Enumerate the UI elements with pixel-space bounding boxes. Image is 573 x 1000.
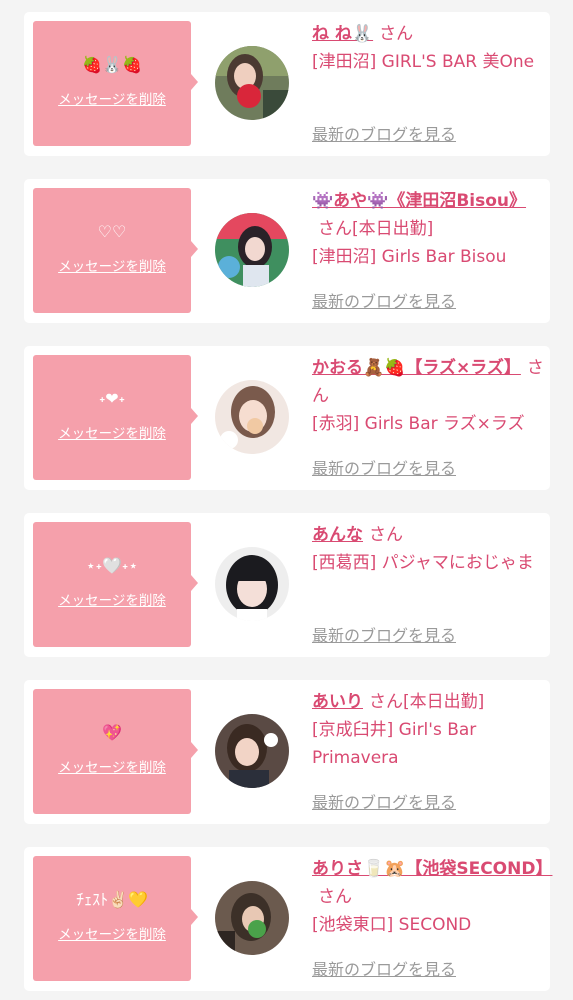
message-card: 💖 メッセージを削除 あいり さん[本日出勤] [京成臼井] Girl's Bar… [24,680,550,824]
delete-message-link[interactable]: メッセージを削除 [33,91,191,109]
avatar[interactable] [215,213,289,287]
avatar[interactable] [215,547,289,621]
bubble-emoji: ♡♡ [97,222,127,241]
message-bubble: 🍓🐰🍓 メッセージを削除 [33,21,198,146]
san-label: さん [318,219,352,239]
shop-label: [津田沼] Girls Bar Bisou [312,247,507,267]
cast-name-link[interactable]: あいり [312,692,363,712]
avatar[interactable] [215,380,289,454]
delete-message-link[interactable]: メッセージを削除 [33,258,191,276]
card-info: あいり さん[本日出勤] [京成臼井] Girl's Bar Primavera [312,688,544,772]
message-bubble: ⋆˖🤍˖⋆ メッセージを削除 [33,522,198,647]
status-suffix: [本日出勤] [403,692,485,712]
delete-message-link[interactable]: メッセージを削除 [33,425,191,443]
status-suffix: [本日出勤] [352,219,434,239]
cast-name-link[interactable]: あんな [312,525,363,545]
avatar[interactable] [215,714,289,788]
latest-blog-link[interactable]: 最新のブログを見る [312,124,456,146]
latest-blog-link[interactable]: 最新のブログを見る [312,625,456,647]
cast-name-link[interactable]: ありさ🥛🐹【池袋SECOND】 [312,859,552,879]
shop-label: [京成臼井] Girl's Bar Primavera [312,720,477,768]
bubble-emoji: 💖 [102,723,122,742]
bubble-emoji: ⋆˖🤍˖⋆ [85,556,139,575]
avatar[interactable] [215,881,289,955]
bubble-emoji: ˖❤︎˖ [99,389,125,408]
message-card: 🍓🐰🍓 メッセージを削除 ね ね🐰 さん [津田沼] GIRL'S BAR 美On… [24,12,550,156]
card-info: 👾あや👾《津田沼Bisou》さん[本日出勤] [津田沼] Girls Bar B… [312,187,544,271]
cast-name-link[interactable]: かおる🧸🍓【ラズ×ラズ】 [312,358,521,378]
shop-label: [赤羽] Girls Bar ラズ×ラズ [312,414,525,434]
shop-label: [西葛西] パジャマにおじゃま [312,553,534,573]
latest-blog-link[interactable]: 最新のブログを見る [312,792,456,814]
message-card: ♡♡ メッセージを削除 👾あや👾《津田沼Bisou》さん[本日出勤] [津田沼]… [24,179,550,323]
san-label: さん [369,692,403,712]
avatar[interactable] [215,46,289,120]
cast-name-link[interactable]: 👾あや👾《津田沼Bisou》 [312,191,526,211]
latest-blog-link[interactable]: 最新のブログを見る [312,959,456,981]
bubble-emoji: 🍓🐰🍓 [82,55,142,74]
delete-message-link[interactable]: メッセージを削除 [33,926,191,944]
san-label: さん [318,887,352,907]
latest-blog-link[interactable]: 最新のブログを見る [312,458,456,480]
shop-label: [津田沼] GIRL'S BAR 美One [312,52,535,72]
bubble-emoji: ﾁｪｽﾄ✌🏻💛 [76,890,148,909]
san-label: さん [369,525,403,545]
shop-label: [池袋東口] SECOND [312,915,472,935]
message-card: ˖❤︎˖ メッセージを削除 かおる🧸🍓【ラズ×ラズ】 さん [赤羽] Girls … [24,346,550,490]
delete-message-link[interactable]: メッセージを削除 [33,759,191,777]
message-card: ⋆˖🤍˖⋆ メッセージを削除 あんな さん [西葛西] パジャマにおじゃま 最新の… [24,513,550,657]
cast-name-link[interactable]: ね ね🐰 [312,24,373,44]
san-label: さん [379,24,414,44]
delete-message-link[interactable]: メッセージを削除 [33,592,191,610]
message-bubble: ♡♡ メッセージを削除 [33,188,198,313]
latest-blog-link[interactable]: 最新のブログを見る [312,291,456,313]
message-bubble: ˖❤︎˖ メッセージを削除 [33,355,198,480]
card-info: あんな さん [西葛西] パジャマにおじゃま [312,521,544,577]
message-bubble: 💖 メッセージを削除 [33,689,198,814]
card-info: ね ね🐰 さん [津田沼] GIRL'S BAR 美One [312,20,544,76]
card-info: ありさ🥛🐹【池袋SECOND】さん [池袋東口] SECOND [312,855,552,939]
message-card: ﾁｪｽﾄ✌🏻💛 メッセージを削除 ありさ🥛🐹【池袋SECOND】さん [池袋東口… [24,847,552,991]
card-info: かおる🧸🍓【ラズ×ラズ】 さん [赤羽] Girls Bar ラズ×ラズ [312,354,544,438]
message-list: 🍓🐰🍓 メッセージを削除 ね ね🐰 さん [津田沼] GIRL'S BAR 美On… [0,0,573,1000]
message-bubble: ﾁｪｽﾄ✌🏻💛 メッセージを削除 [33,856,198,981]
